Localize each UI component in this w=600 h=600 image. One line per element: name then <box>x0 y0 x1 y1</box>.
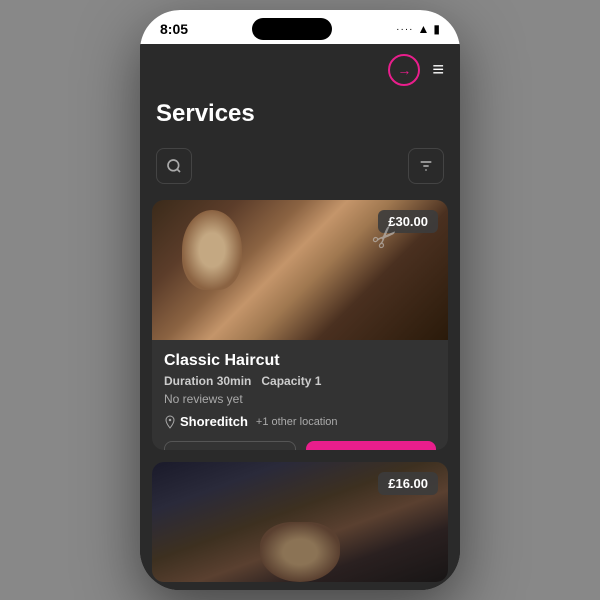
status-icons: ···· ▲ ▮ <box>396 22 440 36</box>
location-name-haircut: Shoreditch <box>180 414 248 429</box>
service-card-haircut: £30.00 Classic Haircut Duration 30min Ca… <box>152 200 448 450</box>
capacity-value: 1 <box>315 374 322 388</box>
book-now-button-haircut[interactable]: Book Now <box>306 441 436 450</box>
wifi-icon: ▲ <box>417 22 429 36</box>
dynamic-island <box>252 18 332 40</box>
login-icon[interactable]: → <box>388 54 420 86</box>
search-icon <box>166 158 182 174</box>
app-content: → ≡ Services <box>140 44 460 590</box>
service-image-haircut: £30.00 <box>152 200 448 340</box>
service-actions-haircut: Learn more Book Now <box>164 441 436 450</box>
service-location-haircut: Shoreditch +1 other location <box>164 414 436 429</box>
location-pin-icon <box>164 415 176 429</box>
duration-value: 30min <box>217 374 252 388</box>
services-list: £30.00 Classic Haircut Duration 30min Ca… <box>140 192 460 590</box>
battery-icon: ▮ <box>433 22 440 36</box>
hamburger-menu-icon[interactable]: ≡ <box>432 59 444 82</box>
location-extra-haircut: +1 other location <box>256 416 338 428</box>
service-name-haircut: Classic Haircut <box>164 352 436 370</box>
service-reviews-haircut: No reviews yet <box>164 392 436 406</box>
service-image-beard: £16.00 <box>152 462 448 582</box>
duration-label: Duration <box>164 374 213 388</box>
login-arrow: → <box>397 62 411 78</box>
status-time: 8:05 <box>160 21 188 37</box>
phone-frame: 8:05 ···· ▲ ▮ → ≡ Services <box>140 10 460 590</box>
search-bar <box>140 140 460 192</box>
service-meta-haircut: Duration 30min Capacity 1 <box>164 374 436 388</box>
price-badge-beard: £16.00 <box>378 472 438 495</box>
page-header: Services <box>140 96 460 140</box>
filter-icon <box>418 158 434 174</box>
price-badge-haircut: £30.00 <box>378 210 438 233</box>
signal-icon: ···· <box>396 24 413 35</box>
top-bar: → ≡ <box>140 44 460 96</box>
page-title: Services <box>156 100 444 128</box>
filter-button[interactable] <box>408 148 444 184</box>
status-bar: 8:05 ···· ▲ ▮ <box>140 10 460 44</box>
capacity-label: Capacity <box>261 374 311 388</box>
learn-more-button-haircut[interactable]: Learn more <box>164 441 296 450</box>
search-button[interactable] <box>156 148 192 184</box>
service-card-beard: £16.00 <box>152 462 448 582</box>
service-info-haircut: Classic Haircut Duration 30min Capacity … <box>152 340 448 450</box>
